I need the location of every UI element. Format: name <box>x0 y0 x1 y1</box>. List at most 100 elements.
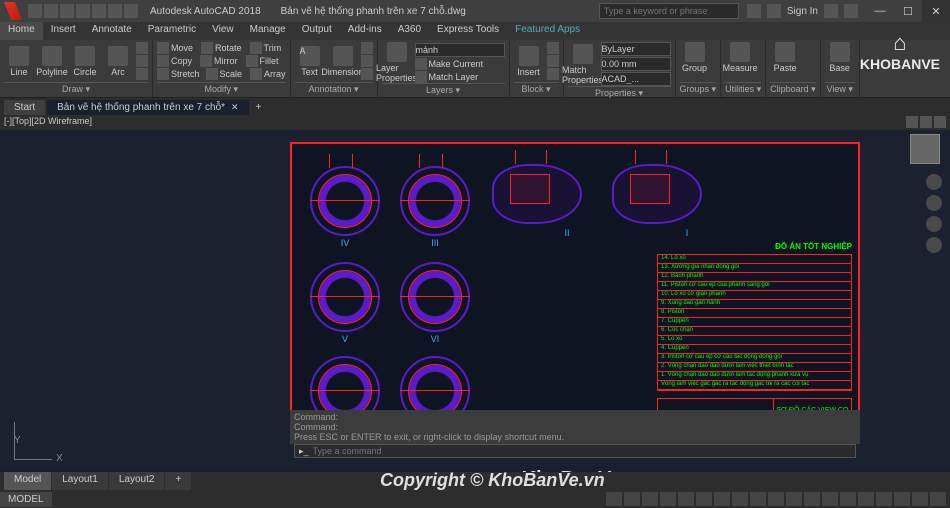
arc-button[interactable]: Arc <box>103 46 133 77</box>
leader-icon[interactable] <box>361 42 373 54</box>
ellipse-icon[interactable] <box>136 68 148 80</box>
lineweight-dropdown[interactable] <box>601 57 671 71</box>
panel-title-modify[interactable]: Modify ▾ <box>157 82 286 95</box>
vp-close-icon[interactable] <box>934 116 946 128</box>
layout2-tab[interactable]: Layout2 <box>109 472 165 490</box>
maximize-button[interactable]: ☐ <box>894 0 922 22</box>
nav-wheel-icon[interactable] <box>926 174 942 190</box>
layout1-tab[interactable]: Layout1 <box>52 472 108 490</box>
qat-new-icon[interactable] <box>28 4 42 18</box>
command-input[interactable] <box>313 446 855 456</box>
qat-saveas-icon[interactable] <box>76 4 90 18</box>
layer-dropdown[interactable] <box>415 43 505 57</box>
viewcube[interactable] <box>910 134 940 164</box>
ribbon-tab-annotate[interactable]: Annotate <box>84 22 140 40</box>
close-button[interactable]: ✕ <box>922 0 950 22</box>
qat-open-icon[interactable] <box>44 4 58 18</box>
qat-plot-icon[interactable] <box>92 4 106 18</box>
panel-title-properties[interactable]: Properties ▾ <box>568 86 671 99</box>
drawing-viewport[interactable]: IV III II I V VI VIII VII 14. Lò xo13. X… <box>0 130 950 466</box>
otrack-toggle[interactable] <box>696 492 712 506</box>
snap-toggle[interactable] <box>624 492 640 506</box>
panel-title-layers[interactable]: Layers ▾ <box>382 83 505 96</box>
ribbon-tab-addins[interactable]: Add-ins <box>340 22 390 40</box>
make-current-icon[interactable] <box>415 58 427 70</box>
text-button[interactable]: AText <box>295 46 325 77</box>
scale-icon[interactable] <box>206 68 218 80</box>
copy-icon[interactable] <box>157 55 169 67</box>
vp-max-icon[interactable] <box>920 116 932 128</box>
quick-props[interactable] <box>840 492 856 506</box>
sign-in-link[interactable]: Sign In <box>787 6 818 17</box>
viewport-label[interactable]: [-][Top][2D Wireframe] <box>4 116 92 130</box>
paste-button[interactable]: Paste <box>770 42 800 73</box>
rotate-icon[interactable] <box>201 42 213 54</box>
ortho-toggle[interactable] <box>642 492 658 506</box>
trim-icon[interactable] <box>250 42 262 54</box>
polar-toggle[interactable] <box>660 492 676 506</box>
panel-title-view[interactable]: View ▾ <box>825 82 855 95</box>
move-icon[interactable] <box>157 42 169 54</box>
polyline-button[interactable]: Polyline <box>37 46 67 77</box>
group-button[interactable]: Group <box>680 42 710 73</box>
units-toggle[interactable] <box>822 492 838 506</box>
attr-block-icon[interactable] <box>547 68 559 80</box>
insert-block-button[interactable]: Insert <box>514 46 544 77</box>
ribbon-tab-express[interactable]: Express Tools <box>429 22 507 40</box>
grid-toggle[interactable] <box>606 492 622 506</box>
edit-block-icon[interactable] <box>547 55 559 67</box>
pan-icon[interactable] <box>926 195 942 211</box>
mtext-icon[interactable] <box>361 68 373 80</box>
match-properties-button[interactable]: Match Properties <box>568 44 598 85</box>
qat-redo-icon[interactable] <box>124 4 138 18</box>
qat-save-icon[interactable] <box>60 4 74 18</box>
ribbon-tab-output[interactable]: Output <box>294 22 340 40</box>
panel-title-block[interactable]: Block ▾ <box>514 82 559 95</box>
anno-scale[interactable] <box>768 492 784 506</box>
ribbon-tab-parametric[interactable]: Parametric <box>140 22 204 40</box>
close-doc-icon[interactable]: ✕ <box>231 102 239 112</box>
hardware-accel[interactable] <box>894 492 910 506</box>
orbit-icon[interactable] <box>926 237 942 253</box>
document-tab[interactable]: Bản vẽ hệ thống phanh trên xe 7 chỗ*✕ <box>47 100 248 115</box>
start-tab[interactable]: Start <box>4 100 45 115</box>
zoom-icon[interactable] <box>926 216 942 232</box>
panel-title-groups[interactable]: Groups ▾ <box>680 82 717 95</box>
match-layer-icon[interactable] <box>415 71 427 83</box>
lwt-toggle[interactable] <box>714 492 730 506</box>
panel-title-draw[interactable]: Draw ▾ <box>4 82 148 95</box>
osnap-toggle[interactable] <box>678 492 694 506</box>
search-icon[interactable] <box>747 4 761 18</box>
measure-button[interactable]: Measure <box>725 42 755 73</box>
lock-ui[interactable] <box>858 492 874 506</box>
ribbon-tab-insert[interactable]: Insert <box>43 22 84 40</box>
layer-properties-button[interactable]: Layer Properties <box>382 42 412 83</box>
qat-undo-icon[interactable] <box>108 4 122 18</box>
help-icon[interactable] <box>844 4 858 18</box>
fillet-icon[interactable] <box>246 55 258 67</box>
base-view-button[interactable]: Base <box>825 42 855 73</box>
model-space-button[interactable]: MODEL <box>0 492 52 507</box>
linetype-dropdown[interactable] <box>601 72 671 86</box>
new-layout-button[interactable]: + <box>165 472 191 490</box>
model-tab[interactable]: Model <box>4 472 51 490</box>
circle-button[interactable]: Circle <box>70 46 100 77</box>
ribbon-tab-view[interactable]: View <box>204 22 242 40</box>
infocenter-search[interactable] <box>599 3 739 19</box>
panel-title-utilities[interactable]: Utilities ▾ <box>725 82 761 95</box>
line-button[interactable]: Line <box>4 46 34 77</box>
user-icon[interactable] <box>767 4 781 18</box>
panel-title-clipboard[interactable]: Clipboard ▾ <box>770 82 816 95</box>
clean-screen[interactable] <box>912 492 928 506</box>
customize-status[interactable] <box>930 492 946 506</box>
anno-monitor[interactable] <box>804 492 820 506</box>
create-block-icon[interactable] <box>547 42 559 54</box>
hatch-icon[interactable] <box>136 55 148 67</box>
isolate-toggle[interactable] <box>876 492 892 506</box>
ribbon-tab-a360[interactable]: A360 <box>390 22 429 40</box>
color-dropdown[interactable] <box>601 42 671 56</box>
vp-min-icon[interactable] <box>906 116 918 128</box>
array-icon[interactable] <box>250 68 262 80</box>
cycling-toggle[interactable] <box>750 492 766 506</box>
ribbon-tab-home[interactable]: Home <box>0 22 43 40</box>
